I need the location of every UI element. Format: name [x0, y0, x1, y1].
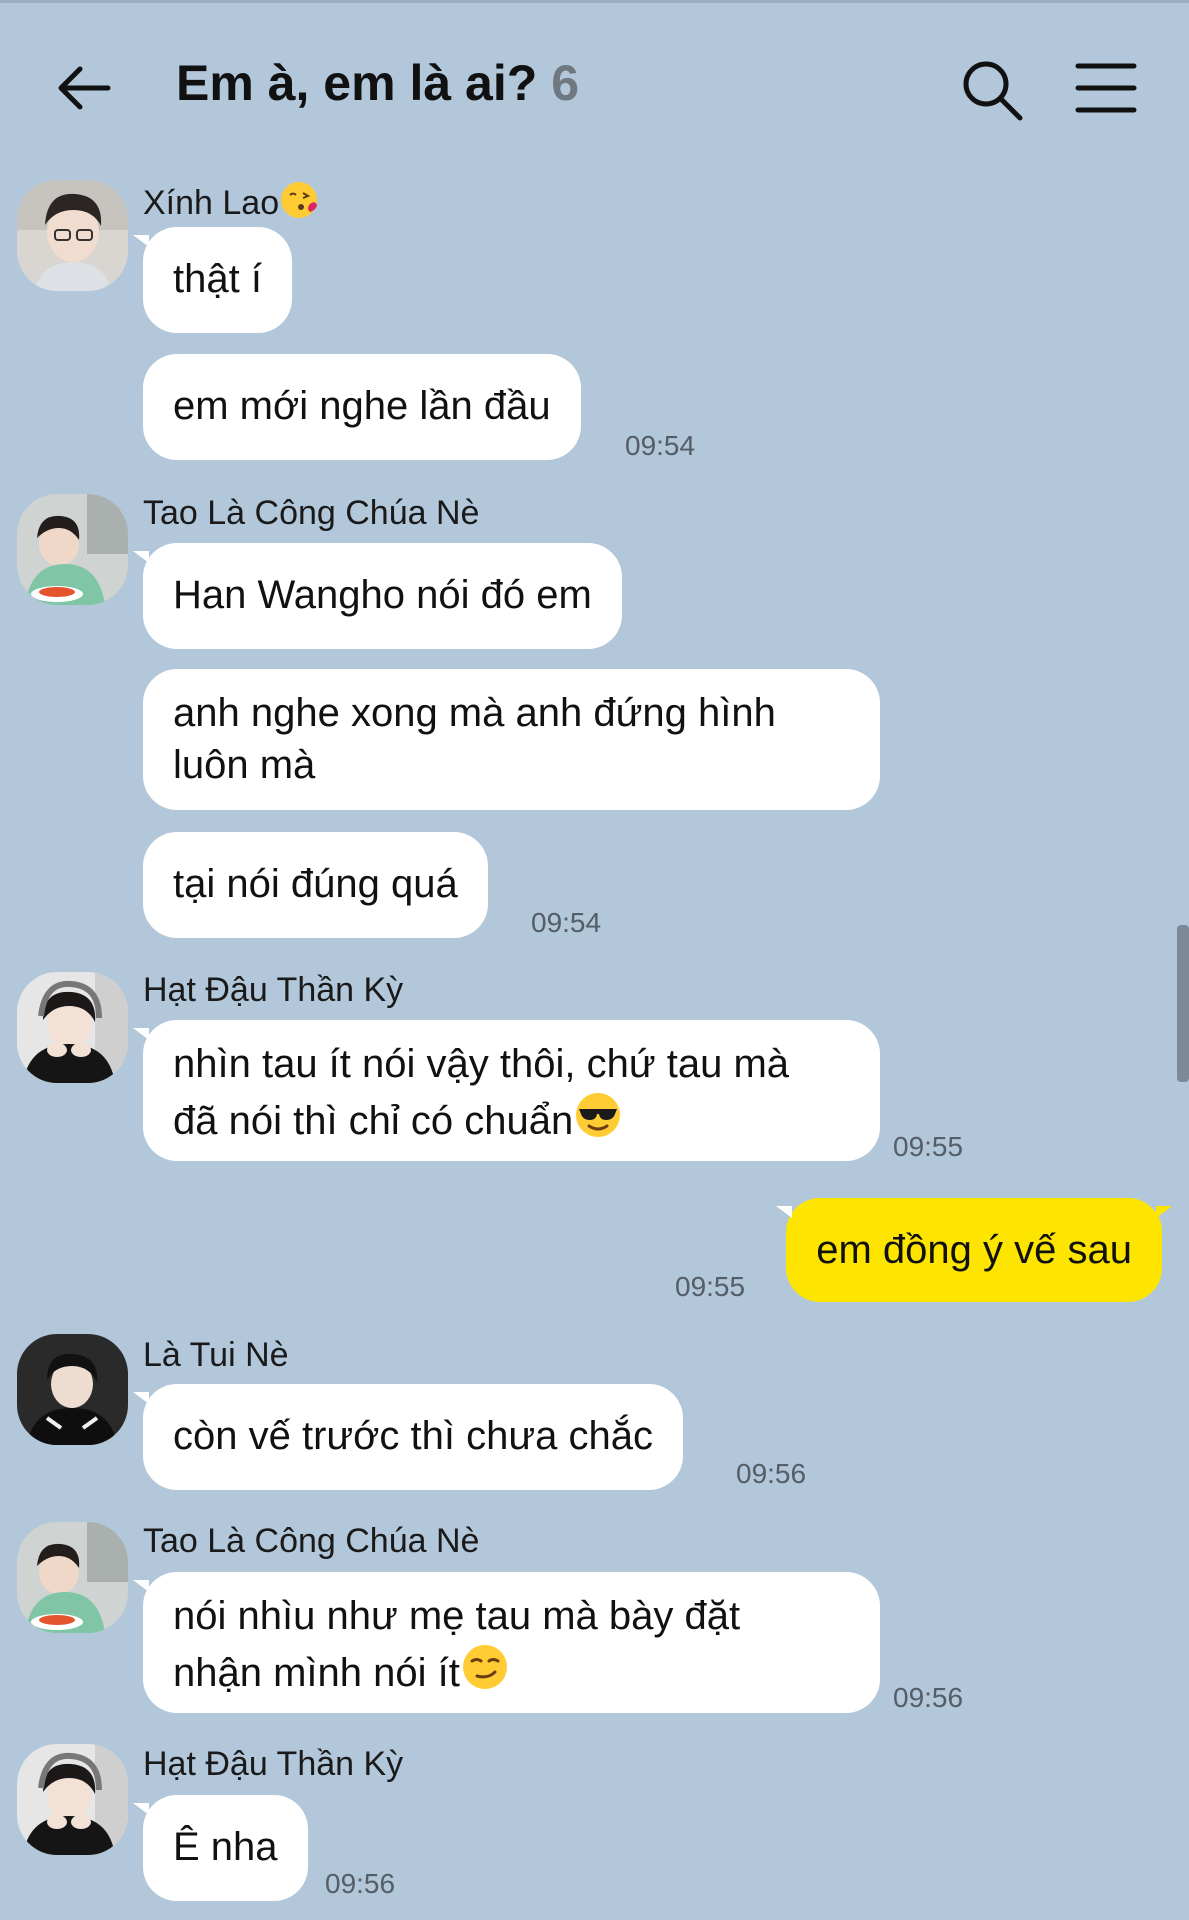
avatar-hat-dau-than-ky[interactable]: [17, 972, 128, 1083]
sender-name: Hạt Đậu Thần Kỳ: [143, 1745, 404, 1783]
chat-header: Em à, em là ai? 6: [0, 0, 1189, 170]
message-text-line: luôn mà: [173, 743, 316, 787]
menu-icon[interactable]: [1074, 60, 1138, 116]
message-time: 09:56: [325, 1868, 396, 1899]
message-text-line: nhìn tau ít nói vậy thôi, chứ tau mà: [173, 1042, 790, 1086]
message-text-line: nói nhìu như mẹ tau mà bày đặt: [173, 1594, 741, 1638]
message-time: 09:56: [736, 1458, 807, 1489]
sender-name: Tao Là Công Chúa Nè: [143, 1522, 480, 1560]
message-time: 09:55: [675, 1271, 746, 1302]
message-bubble[interactable]: Ê nha: [133, 1795, 308, 1901]
sender-name: Là Tui Nè: [143, 1336, 289, 1374]
smirk-emoji-icon: [462, 1645, 507, 1689]
message-text: thật í: [173, 257, 262, 301]
chat-title: Em à, em là ai? 6: [176, 54, 579, 112]
message-bubble[interactable]: còn vế trước thì chưa chắc: [133, 1384, 683, 1490]
sender-name: Hạt Đậu Thần Kỳ: [143, 971, 404, 1009]
message-bubble[interactable]: anh nghe xong mà anh đứng hình luôn mà: [143, 669, 880, 810]
avatar-hat-dau-than-ky[interactable]: [17, 1744, 128, 1855]
avatar-xinh-lao[interactable]: [17, 180, 128, 291]
scrollbar[interactable]: [1177, 925, 1189, 1082]
search-icon[interactable]: [958, 56, 1026, 124]
avatar-la-tui-ne[interactable]: [17, 1334, 128, 1445]
message-text: em mới nghe lần đầu: [173, 384, 551, 428]
kissing-emoji-icon: [281, 182, 318, 218]
message-text-line: anh nghe xong mà anh đứng hình: [173, 691, 776, 735]
my-message-bubble[interactable]: em đồng ý vế sau: [776, 1198, 1172, 1302]
back-arrow-icon[interactable]: [52, 56, 116, 120]
message-bubble[interactable]: thật í: [133, 227, 292, 333]
message-time: 09:55: [893, 1131, 964, 1162]
message-text: em đồng ý vế sau: [816, 1228, 1132, 1272]
message-text: Ê nha: [173, 1825, 278, 1869]
message-time: 09:54: [625, 430, 696, 461]
chat-title-text: Em à, em là ai?: [176, 55, 538, 111]
message-bubble[interactable]: Han Wangho nói đó em: [133, 543, 622, 649]
message-bubble[interactable]: nói nhìu như mẹ tau mà bày đặt nhận mình…: [133, 1572, 880, 1713]
sender-name: Tao Là Công Chúa Nè: [143, 494, 480, 532]
message-bubble[interactable]: nhìn tau ít nói vậy thôi, chứ tau mà đã …: [133, 1020, 880, 1161]
message-bubble[interactable]: em mới nghe lần đầu: [143, 354, 581, 460]
message-text: tại nói đúng quá: [173, 862, 458, 906]
message-time: 09:56: [893, 1682, 964, 1713]
sender-name-text: Xính Lao: [143, 184, 280, 222]
sunglasses-emoji-icon: [576, 1093, 621, 1137]
message-text: còn vế trước thì chưa chắc: [173, 1414, 653, 1458]
sender-name: Xính Lao: [143, 180, 319, 223]
message-bubble[interactable]: tại nói đúng quá: [143, 832, 488, 938]
member-count: 6: [551, 55, 580, 111]
message-text-line: nhận mình nói ít: [173, 1651, 460, 1695]
message-text: Han Wangho nói đó em: [173, 573, 592, 617]
avatar-tao-la-cong-chua-ne[interactable]: [17, 1522, 128, 1633]
message-time: 09:54: [531, 907, 602, 938]
message-text-line: đã nói thì chỉ có chuẩn: [173, 1099, 574, 1143]
avatar-tao-la-cong-chua-ne[interactable]: [17, 494, 128, 605]
